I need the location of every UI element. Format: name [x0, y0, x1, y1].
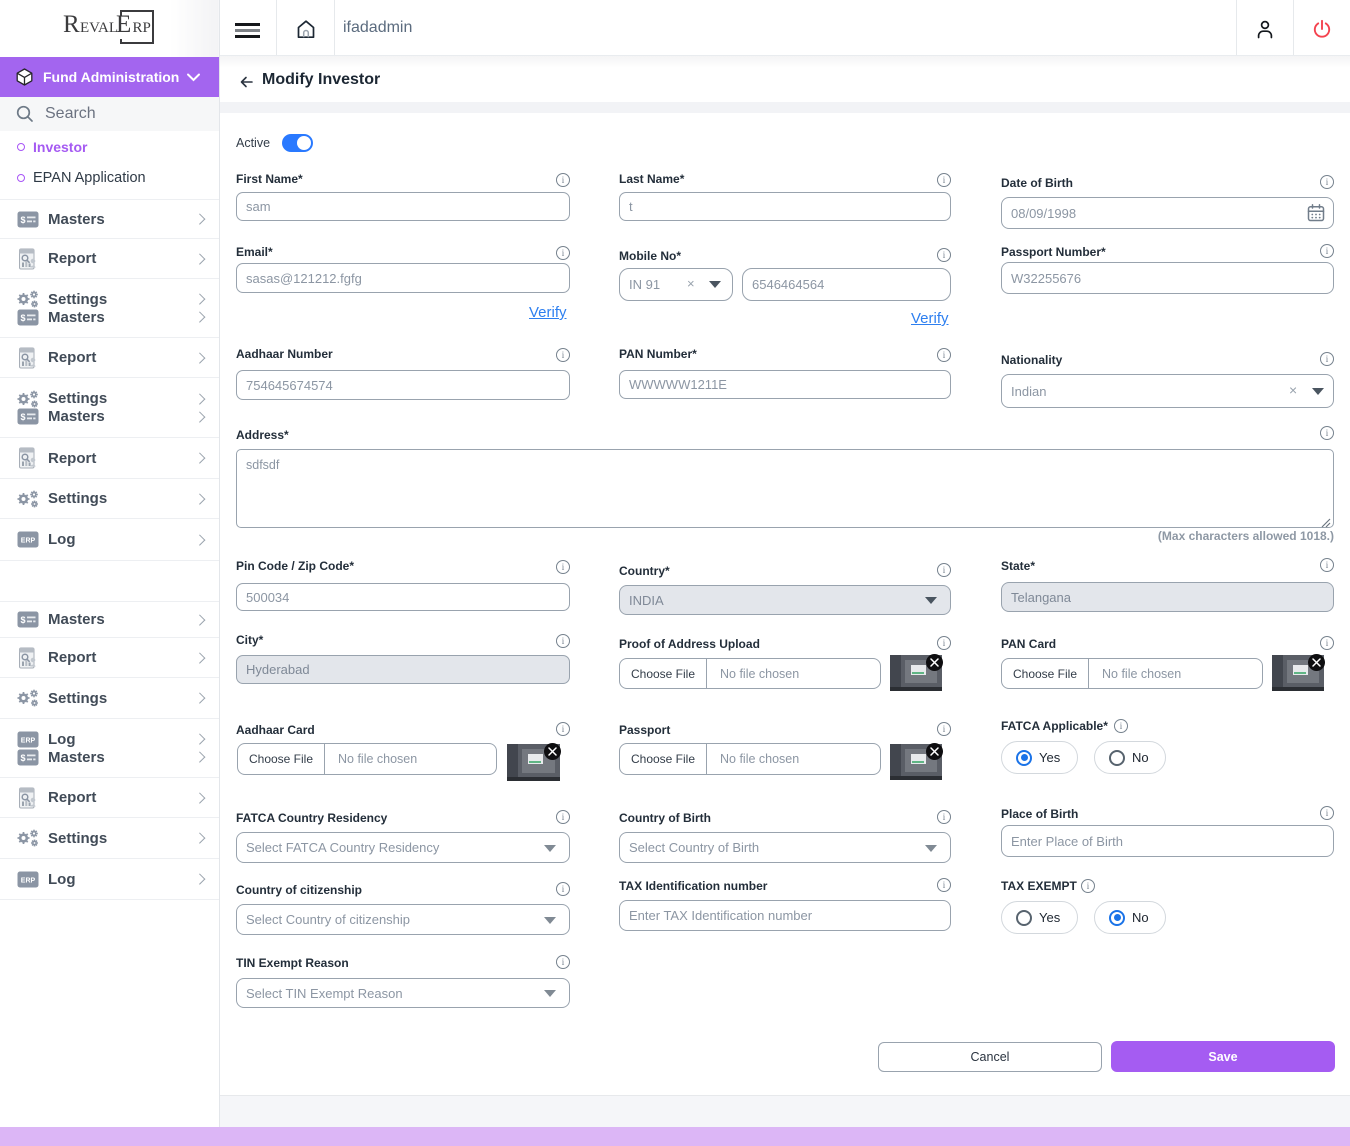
- svg-text:ERP: ERP: [20, 737, 35, 744]
- svg-text:$: $: [20, 753, 25, 763]
- svg-text:ERP: ERP: [20, 538, 35, 545]
- svg-text:$: $: [20, 215, 25, 225]
- svg-text:$: $: [20, 412, 25, 422]
- svg-text:ERP: ERP: [20, 877, 35, 884]
- svg-text:$: $: [20, 615, 25, 625]
- svg-text:$: $: [20, 313, 25, 323]
